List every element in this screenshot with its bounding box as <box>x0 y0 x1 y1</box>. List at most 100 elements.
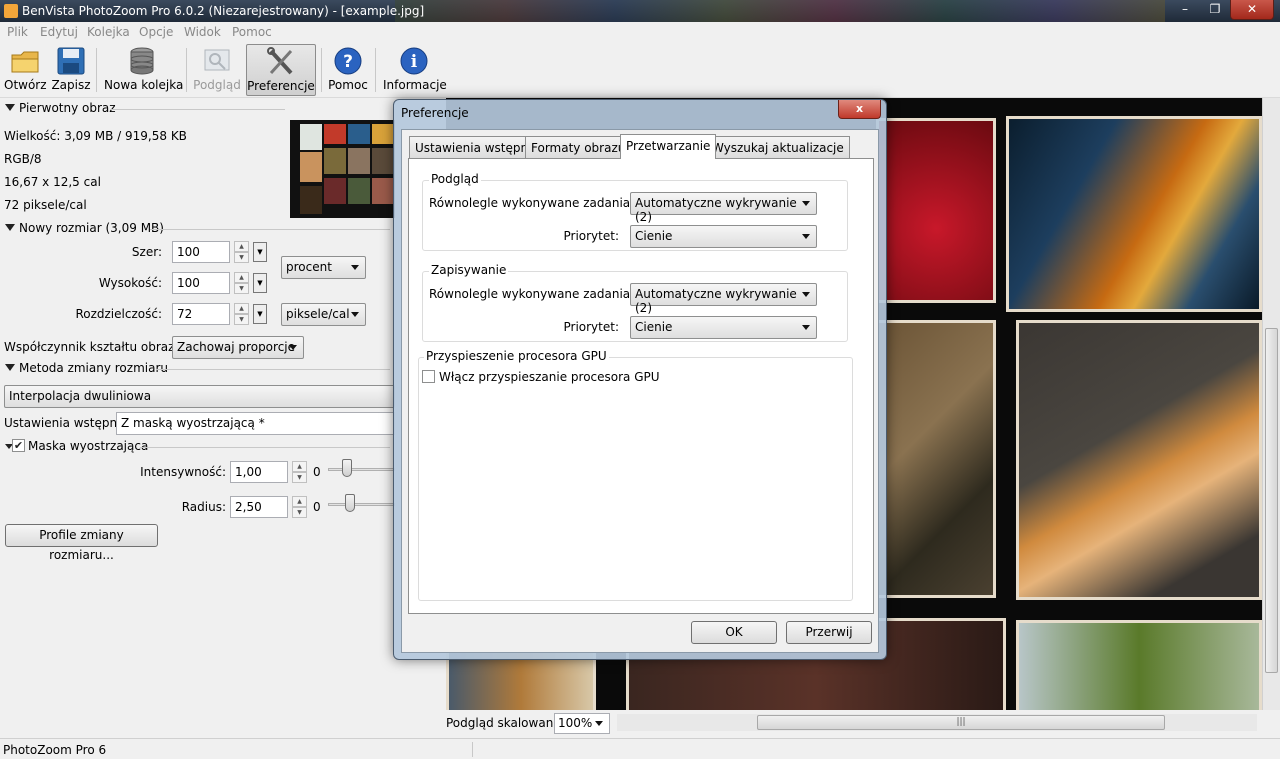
original-size: Wielkość: 3,09 MB / 919,58 KB <box>4 129 187 143</box>
resolution-input[interactable]: 72 <box>172 303 230 325</box>
chevron-down-icon <box>595 721 603 726</box>
intensity-spinner[interactable]: ▲ ▼ <box>292 461 307 483</box>
radius-label: Radius: <box>181 500 226 514</box>
toolbar-separator <box>321 48 322 92</box>
collapse-triangle-icon <box>5 364 15 371</box>
save-parallel-select[interactable]: Automatyczne wykrywanie (2) <box>630 283 817 315</box>
spin-up-icon[interactable]: ▲ <box>234 241 249 252</box>
size-unit-select[interactable]: procent <box>281 256 366 279</box>
resize-method-title: Metoda zmiany rozmiaru <box>19 361 168 375</box>
save-button[interactable]: Zapisz <box>51 44 91 96</box>
open-button[interactable]: Otwórz <box>4 44 47 96</box>
dialog-close-button[interactable]: x <box>838 100 881 119</box>
preview-button[interactable]: Podgląd <box>193 44 241 96</box>
size-unit-value: procent <box>286 260 332 274</box>
spin-down-icon[interactable]: ▼ <box>234 314 249 325</box>
thumb-cell <box>300 124 322 150</box>
resolution-unit-select[interactable]: piksele/cal <box>281 303 366 326</box>
titlebar-background <box>395 0 1165 22</box>
spin-up-icon[interactable]: ▲ <box>234 303 249 314</box>
spin-down-icon[interactable]: ▼ <box>234 283 249 294</box>
spin-down-icon[interactable]: ▼ <box>292 507 307 518</box>
spin-up-icon[interactable]: ▲ <box>292 461 307 472</box>
aspect-ratio-select[interactable]: Zachowaj proporcje <box>172 336 304 359</box>
tab-presets[interactable]: Ustawienia wstępne <box>409 136 542 158</box>
resize-profiles-button[interactable]: Profile zmiany rozmiaru... <box>5 524 158 562</box>
cancel-button[interactable]: Przerwij <box>786 621 872 644</box>
spin-up-icon[interactable]: ▲ <box>292 496 307 507</box>
preview-photo-strawberries <box>876 118 996 303</box>
intensity-slider[interactable] <box>328 468 395 471</box>
spin-down-icon[interactable]: ▼ <box>234 252 249 263</box>
preview-parallel-label: Równolegle wykonywane zadania: <box>429 196 635 210</box>
intensity-input[interactable]: 1,00 <box>230 461 288 483</box>
aspect-ratio-label: Współczynnik kształtu obrazu: <box>4 340 187 354</box>
resize-method-select[interactable]: Interpolacja dwuliniowa <box>4 385 395 408</box>
help-button[interactable]: ? Pomoc <box>327 44 369 96</box>
new-queue-label: Nowa kolejka <box>104 78 184 92</box>
width-input[interactable]: 100 <box>172 241 230 263</box>
menu-view[interactable]: Widok <box>184 25 221 39</box>
maximize-button[interactable]: ❐ <box>1200 0 1230 20</box>
menu-help[interactable]: Pomoc <box>232 25 272 39</box>
menu-queue[interactable]: Kolejka <box>87 25 130 39</box>
spin-down-icon[interactable]: ▼ <box>292 472 307 483</box>
resize-method-header[interactable]: Metoda zmiany rozmiaru <box>5 361 168 375</box>
window-titlebar: BenVista PhotoZoom Pro 6.0.2 (Niezarejes… <box>0 0 1280 22</box>
thumb-cell <box>372 124 394 144</box>
width-spinner[interactable]: ▲ ▼ <box>234 241 249 263</box>
horizontal-scroll-thumb[interactable]: ||| <box>757 715 1165 730</box>
new-queue-button[interactable]: Nowa kolejka <box>104 44 184 96</box>
radius-spinner[interactable]: ▲ ▼ <box>292 496 307 518</box>
intensity-min: 0 <box>313 465 321 479</box>
new-size-title: Nowy rozmiar (3,09 MB) <box>19 221 164 235</box>
height-input[interactable]: 100 <box>172 272 230 294</box>
preview-icon <box>201 46 233 76</box>
resolution-unit-value: piksele/cal <box>286 307 350 321</box>
info-icon: i <box>398 46 430 76</box>
menu-options[interactable]: Opcje <box>139 25 173 39</box>
menu-file[interactable]: Plik <box>7 25 28 39</box>
tab-check-updates[interactable]: Wyszukaj aktualizacje <box>706 136 850 158</box>
height-link-dropdown[interactable]: ▼ <box>253 273 267 293</box>
radius-slider-thumb[interactable] <box>345 494 355 512</box>
preview-priority-select[interactable]: Cienie <box>630 225 817 248</box>
preferences-button[interactable]: Preferencje <box>246 44 316 96</box>
menu-edit[interactable]: Edytuj <box>40 25 78 39</box>
radius-slider[interactable] <box>328 503 395 506</box>
info-button[interactable]: i Informacje <box>383 44 447 96</box>
radius-input[interactable]: 2,50 <box>230 496 288 518</box>
vertical-scroll-thumb[interactable] <box>1265 328 1278 673</box>
height-label: Wysokość: <box>98 276 162 290</box>
resolution-link-dropdown[interactable]: ▼ <box>253 304 267 324</box>
new-size-header[interactable]: Nowy rozmiar (3,09 MB) <box>5 221 164 235</box>
preview-vertical-scrollbar[interactable] <box>1262 98 1280 710</box>
chevron-down-icon <box>351 265 359 270</box>
original-image-header[interactable]: Pierwotny obraz <box>5 101 116 115</box>
preview-photo-seashell <box>1016 320 1262 600</box>
tab-processing[interactable]: Przetwarzanie <box>620 134 717 159</box>
tab-image-formats[interactable]: Formaty obrazu <box>525 136 632 158</box>
chevron-down-icon <box>802 292 810 297</box>
width-label: Szer: <box>131 245 162 259</box>
intensity-slider-thumb[interactable] <box>342 459 352 477</box>
close-button[interactable]: ✕ <box>1230 0 1274 20</box>
ok-button[interactable]: OK <box>691 621 777 644</box>
preview-scale-label: Podgląd skalowania <box>446 716 564 730</box>
spin-up-icon[interactable]: ▲ <box>234 272 249 283</box>
preview-parallel-select[interactable]: Automatyczne wykrywanie (2) <box>630 192 817 224</box>
chevron-down-icon <box>802 325 810 330</box>
save-priority-label: Priorytet: <box>563 320 619 334</box>
unsharp-mask-checkbox[interactable]: ✔ <box>12 439 25 452</box>
resolution-spinner[interactable]: ▲ ▼ <box>234 303 249 325</box>
save-priority-select[interactable]: Cienie <box>630 316 817 339</box>
minimize-button[interactable]: – <box>1170 0 1200 20</box>
thumb-cell <box>348 148 370 174</box>
width-link-dropdown[interactable]: ▼ <box>253 242 267 262</box>
zoom-select[interactable]: 100% <box>554 713 610 734</box>
preset-select[interactable]: Z maską wyostrzającą * <box>116 412 395 435</box>
preview-photo-fish <box>1006 116 1262 312</box>
height-spinner[interactable]: ▲ ▼ <box>234 272 249 294</box>
thumb-cell <box>300 152 322 182</box>
gpu-acceleration-checkbox[interactable] <box>422 370 435 383</box>
